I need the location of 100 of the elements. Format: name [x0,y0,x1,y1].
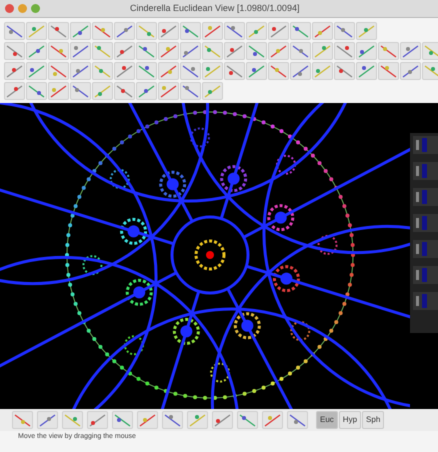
tool-button[interactable] [334,62,355,80]
tool-button[interactable] [202,22,223,40]
tool-button[interactable] [48,22,69,40]
view-mode-button[interactable]: Euc [316,411,338,429]
tool-button[interactable] [422,42,438,60]
tool-button[interactable] [4,42,25,60]
tool-icon [160,64,177,78]
tool-button[interactable] [4,82,25,100]
tool-button[interactable] [26,42,47,60]
tool-button[interactable] [268,22,289,40]
tool-button[interactable] [48,62,69,80]
tool-button[interactable] [378,42,399,60]
tool-icon [116,64,133,78]
tool-button[interactable] [334,22,355,40]
tool-button[interactable] [158,62,179,80]
tool-button[interactable] [158,82,179,100]
tool-button[interactable] [12,411,33,429]
tool-button[interactable] [237,411,258,429]
tool-button[interactable] [136,42,157,60]
tool-button[interactable] [246,22,267,40]
slider-widget-icon[interactable] [413,240,438,258]
slider-widget-icon[interactable] [413,266,438,284]
tool-icon [226,44,243,58]
tool-button[interactable] [290,22,311,40]
tool-icon [292,64,309,78]
tool-icon [270,44,287,58]
tool-button[interactable] [136,22,157,40]
view-mode-button[interactable]: Hyp [338,411,362,429]
tool-button[interactable] [400,42,421,60]
tool-button[interactable] [356,22,377,40]
tool-button[interactable] [202,82,223,100]
tool-button[interactable] [48,82,69,100]
tool-button[interactable] [202,42,223,60]
tool-button[interactable] [48,42,69,60]
tool-button[interactable] [180,22,201,40]
tool-button[interactable] [114,42,135,60]
tool-button[interactable] [62,411,83,429]
tool-button[interactable] [92,82,113,100]
tool-button[interactable] [224,22,245,40]
slider-widget-icon[interactable] [413,136,438,154]
tool-button[interactable] [4,22,25,40]
tool-button[interactable] [312,62,333,80]
tool-button[interactable] [290,62,311,80]
tool-button[interactable] [37,411,58,429]
tool-button[interactable] [114,22,135,40]
tool-button[interactable] [136,62,157,80]
tool-button[interactable] [334,42,355,60]
tool-button[interactable] [268,42,289,60]
tool-button[interactable] [114,82,135,100]
tool-button[interactable] [87,411,108,429]
tool-button[interactable] [26,82,47,100]
tool-button[interactable] [26,22,47,40]
tool-button[interactable] [262,411,283,429]
tool-button[interactable] [422,62,438,80]
tool-button[interactable] [187,411,208,429]
close-icon[interactable] [5,4,14,13]
tool-button[interactable] [158,22,179,40]
tool-button[interactable] [70,82,91,100]
tool-button[interactable] [378,62,399,80]
tool-icon [358,44,375,58]
tool-button[interactable] [158,42,179,60]
tool-button[interactable] [290,42,311,60]
tool-button[interactable] [92,22,113,40]
tool-button[interactable] [224,62,245,80]
tool-button[interactable] [246,62,267,80]
tool-button[interactable] [287,411,308,429]
tool-button[interactable] [162,411,183,429]
slider-widget-icon[interactable] [413,188,438,206]
tool-button[interactable] [4,62,25,80]
tool-button[interactable] [180,42,201,60]
tool-button[interactable] [92,42,113,60]
tool-icon [50,44,67,58]
tool-button[interactable] [70,42,91,60]
tool-icon [39,414,56,426]
slider-widget-icon[interactable] [413,292,438,310]
tool-button[interactable] [212,411,233,429]
tool-button[interactable] [137,411,158,429]
view-mode-button[interactable]: Sph [362,411,384,429]
tool-button[interactable] [246,42,267,60]
tool-button[interactable] [268,62,289,80]
tool-button[interactable] [312,22,333,40]
tool-button[interactable] [224,42,245,60]
tool-button[interactable] [136,82,157,100]
tool-button[interactable] [356,62,377,80]
tool-icon [72,84,89,98]
tool-button[interactable] [356,42,377,60]
tool-button[interactable] [92,62,113,80]
tool-button[interactable] [180,82,201,100]
tool-button[interactable] [180,62,201,80]
tool-button[interactable] [312,42,333,60]
tool-button[interactable] [26,62,47,80]
tool-button[interactable] [112,411,133,429]
slider-widget-icon[interactable] [413,162,438,180]
tool-button[interactable] [70,22,91,40]
tool-button[interactable] [114,62,135,80]
slider-widget-icon[interactable] [413,214,438,232]
tool-button[interactable] [400,62,421,80]
tool-button[interactable] [202,62,223,80]
tool-button[interactable] [70,62,91,80]
zoom-icon[interactable] [31,4,40,13]
